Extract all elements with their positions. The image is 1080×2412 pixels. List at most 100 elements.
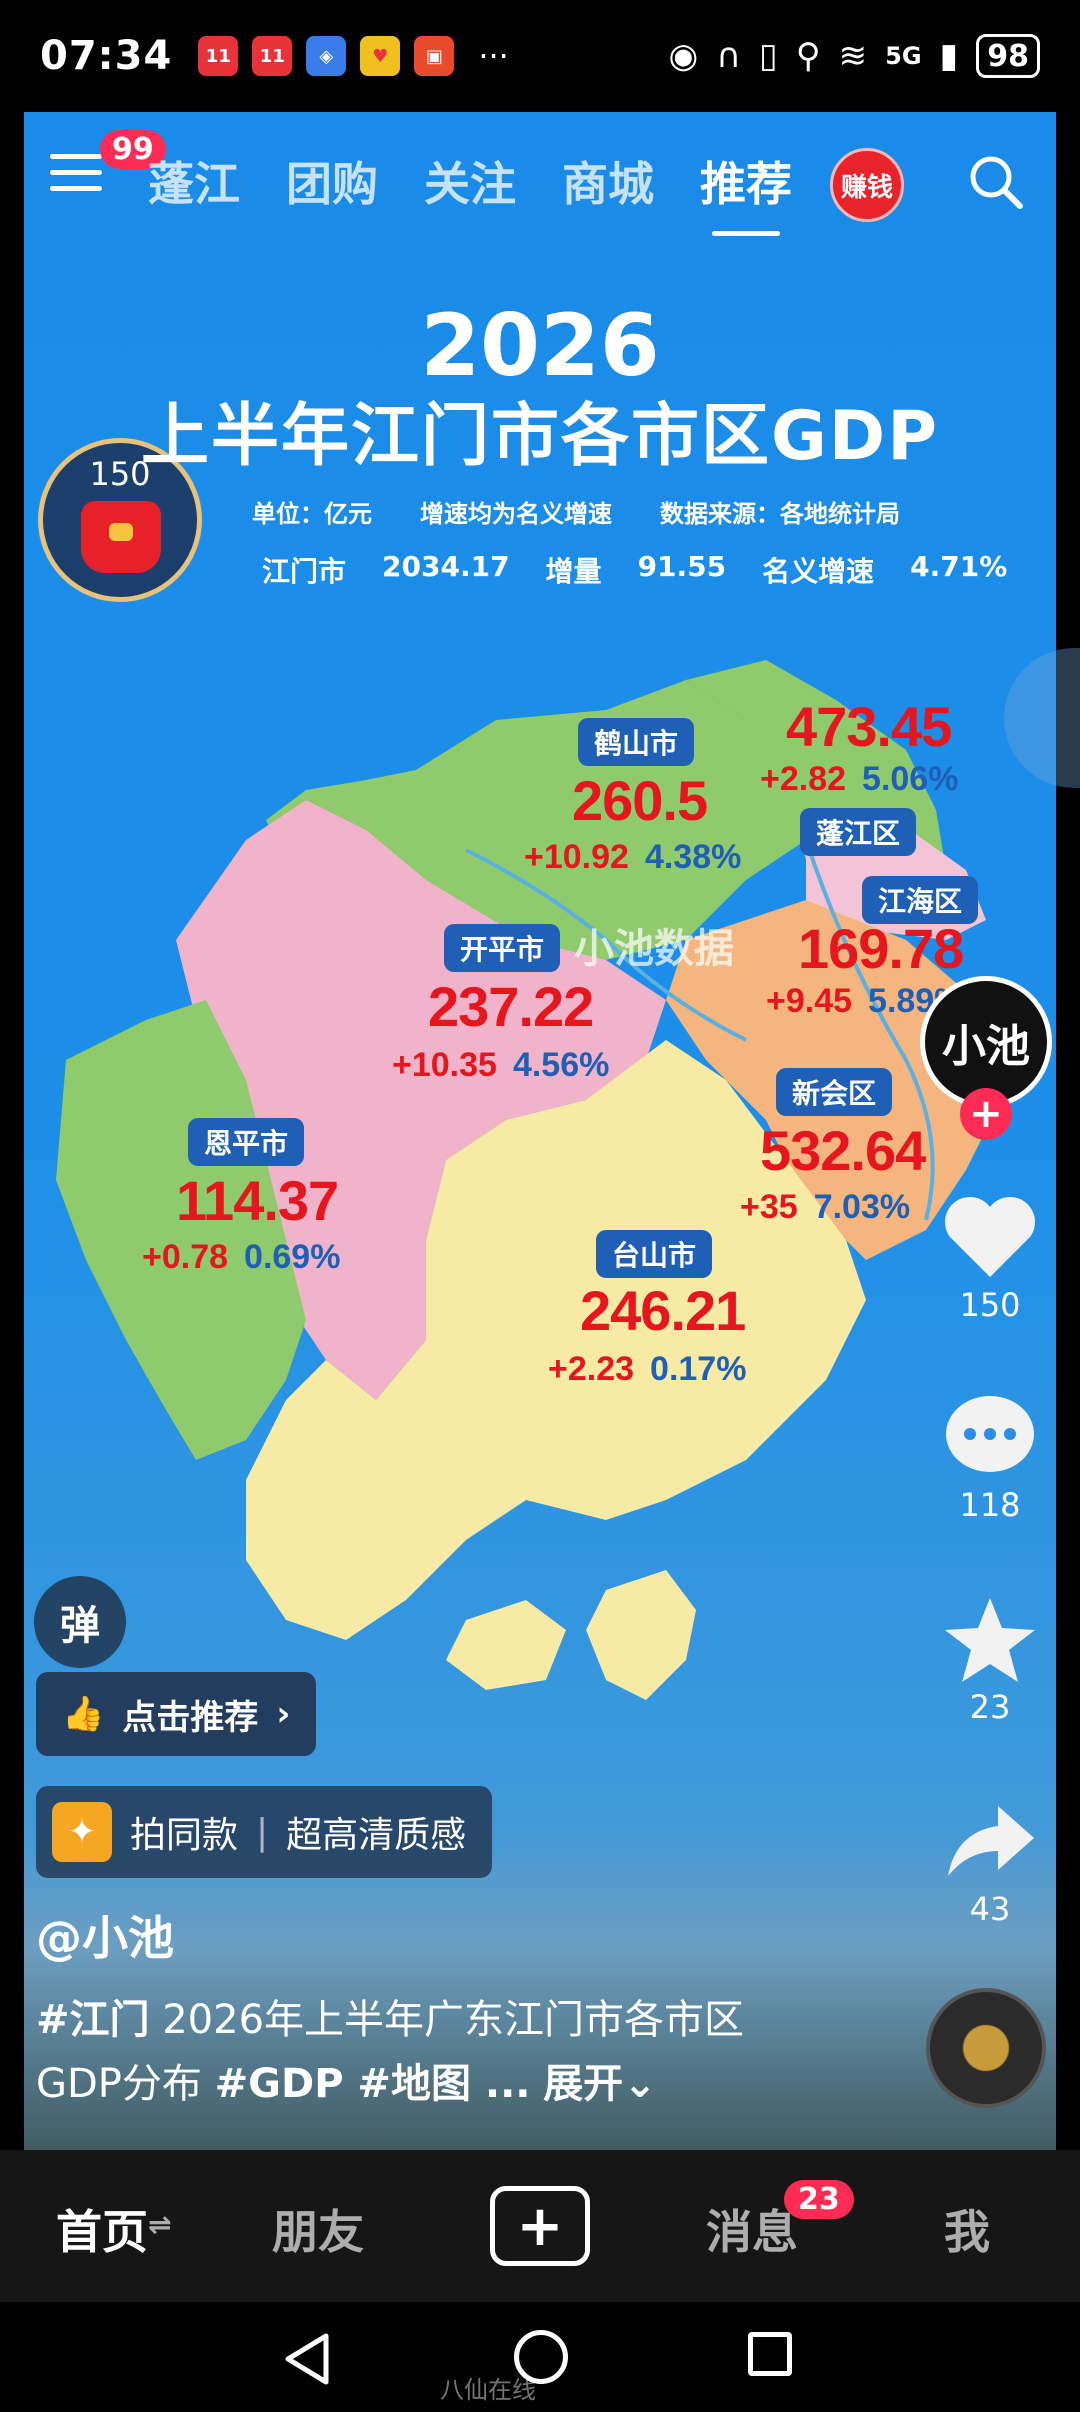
share-icon — [948, 1806, 1034, 1876]
video-watermark: 小池数据 — [574, 926, 734, 972]
comment-icon — [946, 1396, 1034, 1472]
tab-recommend[interactable]: 推荐 — [700, 148, 792, 236]
unit-label: 单位：亿元 — [252, 500, 372, 528]
tab-group-buy[interactable]: 团购 — [286, 148, 378, 214]
vibrate-icon: ▯ — [759, 36, 778, 76]
recommend-label: 点击推荐 — [122, 1697, 259, 1738]
clock: 07:34 — [40, 33, 173, 79]
city-name: 江门市 — [262, 555, 347, 588]
same-style-label: 拍同款 — [130, 1815, 239, 1856]
app-icon: 11 — [198, 36, 239, 76]
sparkle-icon: ✦ — [52, 1802, 112, 1862]
heart-icon — [945, 1197, 1035, 1277]
app-icon: ▣ — [414, 36, 455, 76]
video-description: #江门 2026年上半年广东江门市各市区GDP分布 #GDP #地图 ... 展… — [36, 1988, 776, 2116]
gdp-enping: 114.37 — [176, 1169, 339, 1232]
site-watermark: 八仙在线 — [440, 2376, 536, 2404]
back-icon[interactable] — [282, 2332, 332, 2386]
app-icon: ♥ — [360, 36, 401, 76]
share-button[interactable]: 43 — [930, 1796, 1050, 1928]
top-nav: 99 蓬江 团购 关注 商城 推荐 赚钱 — [0, 112, 1080, 236]
label-taishan: 台山市 — [596, 1230, 713, 1278]
nav-home[interactable]: 首页 — [56, 2196, 148, 2262]
label-xinhui: 新会区 — [776, 1068, 893, 1116]
earn-money-button[interactable]: 赚钱 — [830, 148, 904, 222]
separator: | — [256, 1811, 269, 1853]
inc-enping: +0.78 0.69% — [142, 1238, 341, 1276]
bottom-nav: 首页 ⇌ 朋友 + 消息 23 我 — [0, 2150, 1080, 2302]
expand-button[interactable]: 展开 — [543, 2061, 623, 2107]
increase-label: 增量 — [545, 555, 602, 588]
music-disc[interactable] — [926, 1988, 1046, 2108]
network-type: 5G — [885, 42, 922, 70]
chevron-right-icon: › — [276, 1694, 291, 1734]
inc-xinhui: +35 7.03% — [740, 1188, 911, 1226]
infographic-title: 上半年江门市各市区GDP — [140, 397, 940, 476]
danmu-toggle[interactable]: 弹 — [34, 1576, 126, 1668]
comment-count: 118 — [959, 1486, 1021, 1524]
wifi-icon: ≋ — [838, 36, 868, 76]
growth-value: 4.71% — [910, 550, 1008, 583]
system-nav: 八仙在线 — [0, 2302, 1080, 2412]
status-right: ◉ ∩ ▯ ⚲ ≋ 5G ▮ 98 — [668, 0, 1040, 112]
recent-apps-icon[interactable] — [748, 2332, 792, 2376]
battery-indicator: 98 — [976, 34, 1040, 78]
gdp-xinhui: 532.64 — [760, 1119, 926, 1182]
more-notifications-icon: ··· — [478, 37, 509, 75]
same-style-button[interactable]: ✦ 拍同款 | 超高清质感 — [36, 1786, 493, 1878]
comment-button[interactable]: 118 — [930, 1392, 1050, 1524]
gdp-jianghai: 169.78 — [798, 917, 964, 980]
growth-note: 增速均为名义增速 — [420, 500, 612, 528]
thumbs-up-icon: 👍 — [62, 1694, 105, 1734]
label-enping: 恩平市 — [188, 1118, 305, 1166]
increase-value: 91.55 — [637, 550, 727, 583]
app-icon: ◈ — [306, 36, 347, 76]
island-shangchuan — [446, 1600, 566, 1690]
infographic-meta: 单位：亿元 增速均为名义增速 数据来源：各地统计局 — [252, 494, 900, 529]
gdp-taishan: 246.21 — [580, 1279, 746, 1342]
like-button[interactable]: 150 — [930, 1192, 1050, 1324]
follow-button[interactable]: + — [960, 1088, 1012, 1140]
hashtag-jiangmen[interactable]: #江门 — [36, 1997, 150, 2043]
create-button[interactable]: + — [490, 2186, 590, 2266]
gdp-kaiping: 237.22 — [428, 975, 594, 1038]
inc-heshan: +10.92 4.38% — [524, 838, 742, 876]
island-xiachuan — [586, 1570, 696, 1700]
app-icon: 11 — [252, 36, 293, 76]
favorite-button[interactable]: 23 — [930, 1594, 1050, 1726]
label-pengjiang: 蓬江区 — [800, 808, 917, 856]
inc-taishan: +2.23 0.17% — [548, 1350, 747, 1388]
top-tabs: 蓬江 团购 关注 商城 推荐 — [148, 148, 792, 236]
recommend-button[interactable]: 👍 点击推荐 › — [36, 1672, 317, 1756]
tab-pengjiang[interactable]: 蓬江 — [148, 148, 240, 214]
tab-following[interactable]: 关注 — [424, 148, 516, 214]
city-value: 2034.17 — [382, 550, 510, 583]
inc-kaiping: +10.35 4.56% — [392, 1046, 610, 1084]
red-packet-knot — [109, 523, 133, 541]
search-icon[interactable] — [966, 152, 1026, 212]
favorite-count: 23 — [969, 1688, 1011, 1726]
messages-badge: 23 — [784, 2180, 854, 2219]
menu-icon[interactable] — [50, 154, 102, 194]
headphones-icon: ∩ — [716, 36, 741, 76]
quality-label: 超高清质感 — [286, 1815, 467, 1856]
hashtags[interactable]: #GDP #地图 ... — [215, 2061, 531, 2107]
eye-icon: ◉ — [668, 36, 699, 76]
gdp-heshan: 260.5 — [572, 769, 708, 832]
gdp-pengjiang: 473.45 — [786, 695, 952, 758]
location-icon: ⚲ — [795, 36, 821, 76]
chevron-down-icon: ⌄ — [623, 2061, 657, 2107]
tab-mall[interactable]: 商城 — [562, 148, 654, 214]
share-count: 43 — [969, 1890, 1011, 1928]
label-heshan: 鹤山市 — [578, 718, 695, 766]
inc-pengjiang: +2.82 5.06% — [760, 760, 959, 798]
growth-label: 名义增速 — [762, 555, 875, 588]
notification-icons: 11 11 ◈ ♥ ▣ ··· — [198, 36, 509, 76]
nav-me[interactable]: 我 — [944, 2196, 990, 2262]
nav-friends[interactable]: 朋友 — [272, 2196, 364, 2262]
label-kaiping: 开平市 — [444, 924, 561, 972]
signal-icon: ▮ — [939, 36, 959, 76]
author-name[interactable]: @小池 — [36, 1902, 174, 1968]
city-summary: 江门市 2034.17 增量 91.55 名义增速 4.71% — [262, 550, 1007, 590]
refresh-icon: ⇌ — [148, 2208, 172, 2241]
